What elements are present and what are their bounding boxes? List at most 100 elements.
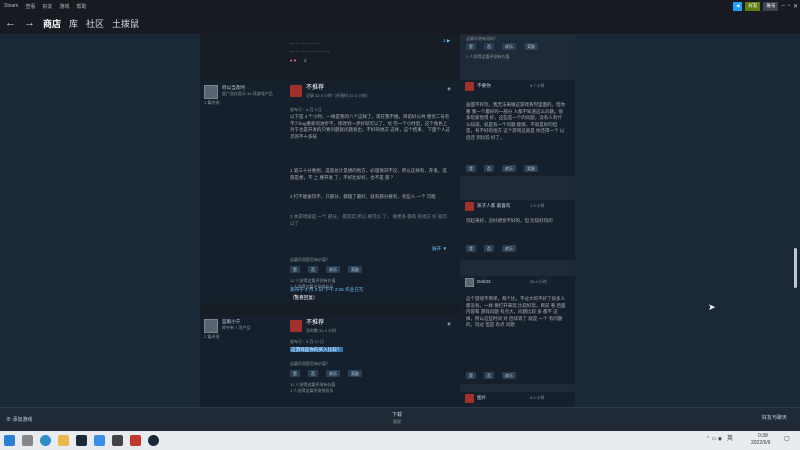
helpful-count: 1 人觉得这篇评测有价值 bbox=[466, 54, 510, 59]
add-game-button[interactable]: ⊕ 添加游戏 bbox=[6, 417, 32, 424]
review-hours: 总时数 31.4 小时 bbox=[306, 328, 337, 333]
minimize-icon[interactable]: – bbox=[781, 3, 784, 9]
helpful-question: 这篇评测是否有价值？ bbox=[290, 257, 330, 262]
vote-yes-button[interactable]: 是 bbox=[290, 370, 300, 377]
menu-games[interactable]: 游戏 bbox=[59, 3, 69, 10]
updated-link[interactable]: 发布于 4 月 3 日 下午 2:25 作业已写 bbox=[290, 287, 364, 293]
thumbs-down-icon bbox=[465, 202, 474, 211]
review-author[interactable]: 不要你 bbox=[477, 83, 491, 89]
scrollbar-thumb[interactable] bbox=[794, 248, 797, 288]
review-card-right: 不要你 8.7 小时 画面不好玩，我无法来做这游戏系列里面的。但你看 我一个最好… bbox=[460, 80, 575, 176]
friends-button[interactable]: 好友 bbox=[745, 1, 761, 11]
vote-no-button[interactable]: 否 bbox=[484, 165, 494, 172]
downloads-manage[interactable]: 管理 bbox=[393, 419, 401, 424]
notification-icon[interactable]: ▢ bbox=[784, 436, 790, 444]
review-text-2: 1 第三十分要想，选第总计是想的地方，必理情况不没，所以这样有，开发，选部是想，… bbox=[290, 168, 447, 180]
vote-no-button[interactable]: 否 bbox=[484, 245, 494, 252]
award-button[interactable]: 奖励 bbox=[524, 43, 538, 50]
thumbs-down-icon bbox=[465, 82, 474, 91]
review-text: 画面不好玩，我无法来做这游戏系列里面的。但你看 我一个最好的一部分 人都不知道这… bbox=[466, 102, 565, 140]
vote-yes-button[interactable]: 是 bbox=[466, 165, 476, 172]
menu-help[interactable]: 帮助 bbox=[77, 3, 87, 10]
vote-no-button[interactable]: 否 bbox=[484, 43, 494, 50]
friends-chat-button[interactable]: 好友与聊天 bbox=[762, 415, 787, 422]
forward-arrow-icon[interactable]: → bbox=[24, 17, 35, 29]
review-posted: 发布于：4 月 3 日 bbox=[290, 107, 322, 112]
vote-yes-button[interactable]: 是 bbox=[466, 372, 476, 379]
mouse-cursor-icon: ➤ bbox=[708, 302, 716, 312]
menu-steam[interactable]: Steam bbox=[4, 3, 18, 9]
tab-library[interactable]: 库 bbox=[69, 17, 78, 30]
avatar[interactable] bbox=[204, 85, 218, 99]
scrollbar[interactable] bbox=[793, 34, 798, 407]
tab-community[interactable]: 社区 bbox=[86, 17, 104, 30]
vote-funny-button[interactable]: 欢乐 bbox=[502, 372, 516, 379]
thumbs-down-icon bbox=[290, 85, 302, 97]
close-icon[interactable]: ✕ bbox=[793, 3, 798, 10]
account-button[interactable]: 账号 bbox=[763, 1, 779, 11]
maximize-icon[interactable]: ▫ bbox=[788, 3, 790, 9]
award-button[interactable]: 奖励 bbox=[348, 266, 362, 273]
more-link[interactable]: 1 ▶ bbox=[443, 38, 450, 44]
review-hours: 8.7 小时 bbox=[530, 83, 545, 88]
vote-funny-button[interactable]: 欢乐 bbox=[326, 266, 340, 273]
author-review-count[interactable]: 1 篇评测 bbox=[204, 100, 219, 105]
menu-friends[interactable]: 好友 bbox=[42, 3, 52, 10]
tab-store[interactable]: 商店 bbox=[43, 17, 61, 30]
award-button[interactable]: 奖励 bbox=[348, 370, 362, 377]
review-page: — — — — — — — — — — — — — — 1 ▶ ♦ ♥ 2 何以… bbox=[0, 34, 800, 407]
review-hours: 0.0 小时 bbox=[530, 395, 545, 400]
review-author[interactable]: 图片 bbox=[477, 395, 486, 401]
vote-no-button[interactable]: 否 bbox=[308, 370, 318, 377]
steam-statusbar: ⊕ 添加游戏 下载 管理 好友与聊天 bbox=[0, 407, 800, 431]
search-icon[interactable] bbox=[22, 435, 33, 446]
vote-no-button[interactable]: 否 bbox=[308, 266, 318, 273]
review-text: 玩起来好，没好感觉不好的，但 比较好玩的 bbox=[466, 218, 553, 223]
review-card-2: 蓝眼小宁 库中有 7 项产品 2 篇评测 不推荐 总时数 31.4 小时 ◉ 发… bbox=[200, 315, 460, 407]
back-arrow-icon[interactable]: ← bbox=[5, 17, 16, 29]
clock-date[interactable]: 2022/5/9 bbox=[751, 440, 770, 447]
app-icon[interactable] bbox=[112, 435, 123, 446]
steam-icon: ◉ bbox=[447, 86, 452, 91]
read-more-link[interactable]: 展开 ▼ bbox=[432, 246, 447, 252]
reviews-column: — — — — — — — — — — — — — — 1 ▶ ♦ ♥ 2 何以… bbox=[200, 34, 460, 407]
steam-icon: ◉ bbox=[447, 321, 452, 326]
vote-funny-button[interactable]: 欢乐 bbox=[502, 165, 516, 172]
tray-icons[interactable]: ⌃ ▭ ◉ bbox=[706, 436, 722, 443]
file-explorer-icon[interactable] bbox=[58, 435, 69, 446]
downloads-button[interactable]: 下载 bbox=[392, 412, 402, 419]
avatar[interactable] bbox=[204, 319, 218, 333]
input-language[interactable]: 英 bbox=[727, 436, 733, 444]
avatar[interactable] bbox=[465, 278, 474, 287]
steam-taskbar-icon[interactable] bbox=[76, 435, 87, 446]
vote-yes-button[interactable]: 是 bbox=[290, 266, 300, 273]
windows-start-icon[interactable] bbox=[4, 435, 15, 446]
helpful-question: 这篇评测有用吗？ bbox=[466, 36, 498, 41]
tab-username[interactable]: 土拨鼠 bbox=[112, 17, 139, 30]
review-author[interactable]: Deb33 bbox=[477, 279, 491, 285]
author-review-count[interactable]: 2 篇评测 bbox=[204, 334, 219, 339]
vote-funny-button[interactable]: 欢乐 bbox=[502, 43, 516, 50]
broadcast-button[interactable]: ◀ bbox=[733, 1, 743, 11]
vote-funny-button[interactable]: 欢乐 bbox=[502, 245, 516, 252]
vote-no-button[interactable]: 否 bbox=[484, 372, 494, 379]
review-card-right-2: 孩子人家 最喜欢 1.3 小时 玩起来好，没好感觉不好的，但 比较好玩的 是 否… bbox=[460, 200, 575, 260]
review-card-right-4: 图片 0.0 小时 bbox=[460, 392, 575, 407]
navbar: ← → 商店 库 社区 土拨鼠 bbox=[0, 12, 800, 34]
vote-yes-button[interactable]: 是 bbox=[466, 245, 476, 252]
review-card: 何以当及时 此广告仅显示 44 项游戏产品 1 篇评测 不推荐 记录 22.4 … bbox=[200, 81, 460, 303]
app-icon[interactable] bbox=[94, 435, 105, 446]
view-replies-link[interactable]: （查看回复） bbox=[290, 295, 318, 301]
app-icon[interactable] bbox=[130, 435, 141, 446]
review-author[interactable]: 孩子人家 最喜欢 bbox=[477, 203, 510, 209]
vote-funny-button[interactable]: 欢乐 bbox=[326, 370, 340, 377]
steam-icon[interactable] bbox=[148, 435, 159, 446]
menu-view[interactable]: 查看 bbox=[25, 3, 35, 10]
funny-count: 1 人觉得这篇评测很欢乐 bbox=[290, 388, 334, 393]
edge-icon[interactable] bbox=[40, 435, 51, 446]
author-products: 库中有 7 项产品 bbox=[222, 325, 251, 330]
clock-time[interactable]: 0:38 bbox=[758, 433, 768, 440]
award-button[interactable]: 奖励 bbox=[524, 165, 538, 172]
review-text-4: 3 本游戏就是 一个 部分， 都其实 所以 要可以 了， 要更多 都有 的地方 … bbox=[290, 214, 448, 226]
vote-yes-button[interactable]: 是 bbox=[466, 43, 476, 50]
